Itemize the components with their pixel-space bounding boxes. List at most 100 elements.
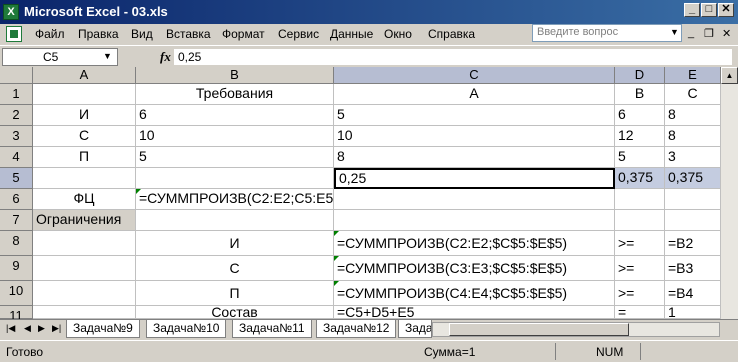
row-header-1[interactable]: 1 xyxy=(0,84,33,105)
scroll-up-icon[interactable]: ▲ xyxy=(721,67,738,84)
doc-minimize-button[interactable]: _ xyxy=(688,27,694,39)
name-box[interactable]: C5 xyxy=(2,48,118,66)
cell-a11[interactable] xyxy=(33,306,136,319)
cell-b7[interactable] xyxy=(136,210,334,231)
fx-icon[interactable]: fx xyxy=(160,49,171,65)
cell-d3[interactable]: 12 xyxy=(615,126,665,147)
select-all-corner[interactable] xyxy=(0,67,33,84)
cell-b2[interactable]: 6 xyxy=(136,105,334,126)
cell-b5[interactable] xyxy=(136,168,334,189)
column-header-d[interactable]: D xyxy=(615,67,665,84)
cell-d10[interactable]: >= xyxy=(615,281,665,306)
first-sheet-icon[interactable]: |◀ xyxy=(6,323,15,334)
cell-b10[interactable]: П xyxy=(136,281,334,306)
cell-b1[interactable]: Требования xyxy=(136,84,334,105)
cell-e11[interactable]: 1 xyxy=(665,306,721,319)
cell-a3[interactable]: С xyxy=(33,126,136,147)
cell-a6[interactable]: ФЦ xyxy=(33,189,136,210)
menu-window[interactable]: Окно xyxy=(384,27,412,41)
cell-a4[interactable]: П xyxy=(33,147,136,168)
cell-c4[interactable]: 8 xyxy=(334,147,615,168)
row-header-5[interactable]: 5 xyxy=(0,168,33,189)
cell-c3[interactable]: 10 xyxy=(334,126,615,147)
cell-b11[interactable]: Состав xyxy=(136,306,334,319)
menu-view[interactable]: Вид xyxy=(131,27,153,41)
cell-b9[interactable]: С xyxy=(136,256,334,281)
row-header-3[interactable]: 3 xyxy=(0,126,33,147)
menu-insert[interactable]: Вставка xyxy=(166,27,211,41)
sheet-tab-11[interactable]: Задача№11 xyxy=(232,320,312,338)
doc-close-button[interactable]: ✕ xyxy=(722,27,731,40)
cell-c8[interactable]: =СУММПРОИЗВ(C2:E2;$C$5:$E$5) xyxy=(334,231,615,256)
cell-d4[interactable]: 5 xyxy=(615,147,665,168)
workbook-icon[interactable] xyxy=(6,26,22,42)
cell-b8[interactable]: И xyxy=(136,231,334,256)
column-header-b[interactable]: B xyxy=(136,67,334,84)
cell-e6[interactable] xyxy=(665,189,721,210)
horizontal-scroll-thumb[interactable] xyxy=(449,323,629,336)
cell-d6[interactable] xyxy=(615,189,665,210)
row-header-4[interactable]: 4 xyxy=(0,147,33,168)
row-header-8[interactable]: 8 xyxy=(0,231,33,256)
cell-a5[interactable] xyxy=(33,168,136,189)
cell-d9[interactable]: >= xyxy=(615,256,665,281)
row-header-7[interactable]: 7 xyxy=(0,210,33,231)
chevron-down-icon[interactable]: ▼ xyxy=(670,27,679,37)
menu-data[interactable]: Данные xyxy=(330,27,373,41)
menu-format[interactable]: Формат xyxy=(222,27,265,41)
excel-app-icon[interactable]: X xyxy=(3,4,19,20)
help-question-input[interactable]: Введите вопрос xyxy=(532,24,682,42)
menu-file[interactable]: Файл xyxy=(35,27,65,41)
cell-c7[interactable] xyxy=(334,210,615,231)
menu-tools[interactable]: Сервис xyxy=(278,27,319,41)
doc-restore-button[interactable]: ❐ xyxy=(704,27,714,40)
cell-d7[interactable] xyxy=(615,210,665,231)
cell-e3[interactable]: 8 xyxy=(665,126,721,147)
cell-e7[interactable] xyxy=(665,210,721,231)
cell-e5[interactable]: 0,375 xyxy=(665,168,721,189)
row-header-2[interactable]: 2 xyxy=(0,105,33,126)
cell-c10[interactable]: =СУММПРОИЗВ(C4:E4;$C$5:$E$5) xyxy=(334,281,615,306)
row-header-10[interactable]: 10 xyxy=(0,281,33,306)
cell-c1[interactable]: A xyxy=(334,84,615,105)
cell-d11[interactable]: = xyxy=(615,306,665,319)
last-sheet-icon[interactable]: ▶| xyxy=(52,323,61,334)
cell-e10[interactable]: =B4 xyxy=(665,281,721,306)
cell-c2[interactable]: 5 xyxy=(334,105,615,126)
sheet-tab-9[interactable]: Задача№9 xyxy=(66,320,140,338)
cell-c9[interactable]: =СУММПРОИЗВ(C3:E3;$C$5:$E$5) xyxy=(334,256,615,281)
column-header-e[interactable]: E xyxy=(665,67,721,84)
cell-e2[interactable]: 8 xyxy=(665,105,721,126)
cell-b6[interactable]: =СУММПРОИЗВ(C2:E2;C5:E5) xyxy=(136,189,334,210)
cell-b4[interactable]: 5 xyxy=(136,147,334,168)
minimize-button[interactable]: _ xyxy=(684,3,700,17)
cell-e1[interactable]: C xyxy=(665,84,721,105)
maximize-button[interactable]: □ xyxy=(701,3,717,17)
cell-d8[interactable]: >= xyxy=(615,231,665,256)
cell-c5-active[interactable]: 0,25 xyxy=(334,168,615,189)
cell-a9[interactable] xyxy=(33,256,136,281)
vertical-scrollbar[interactable]: ▲ xyxy=(721,67,738,319)
cell-d1[interactable]: B xyxy=(615,84,665,105)
cell-a7[interactable]: Ограничения xyxy=(33,210,136,231)
menu-edit[interactable]: Правка xyxy=(78,27,119,41)
row-header-6[interactable]: 6 xyxy=(0,189,33,210)
cell-e8[interactable]: =B2 xyxy=(665,231,721,256)
cell-e9[interactable]: =B3 xyxy=(665,256,721,281)
column-header-c[interactable]: C xyxy=(334,67,615,84)
horizontal-scrollbar[interactable] xyxy=(432,322,720,337)
cell-a8[interactable] xyxy=(33,231,136,256)
cell-c6[interactable] xyxy=(334,189,615,210)
menu-help[interactable]: Справка xyxy=(428,27,475,41)
sheet-tab-next[interactable]: Задач xyxy=(398,320,432,338)
row-header-9[interactable]: 9 xyxy=(0,256,33,281)
close-button[interactable]: ✕ xyxy=(718,3,734,17)
formula-input[interactable]: 0,25 xyxy=(173,48,733,66)
cell-c11[interactable]: =C5+D5+E5 xyxy=(334,306,615,319)
column-header-a[interactable]: A xyxy=(33,67,136,84)
cell-d2[interactable]: 6 xyxy=(615,105,665,126)
cell-a1[interactable] xyxy=(33,84,136,105)
cell-a2[interactable]: И xyxy=(33,105,136,126)
chevron-down-icon[interactable]: ▼ xyxy=(103,51,112,61)
cell-a10[interactable] xyxy=(33,281,136,306)
